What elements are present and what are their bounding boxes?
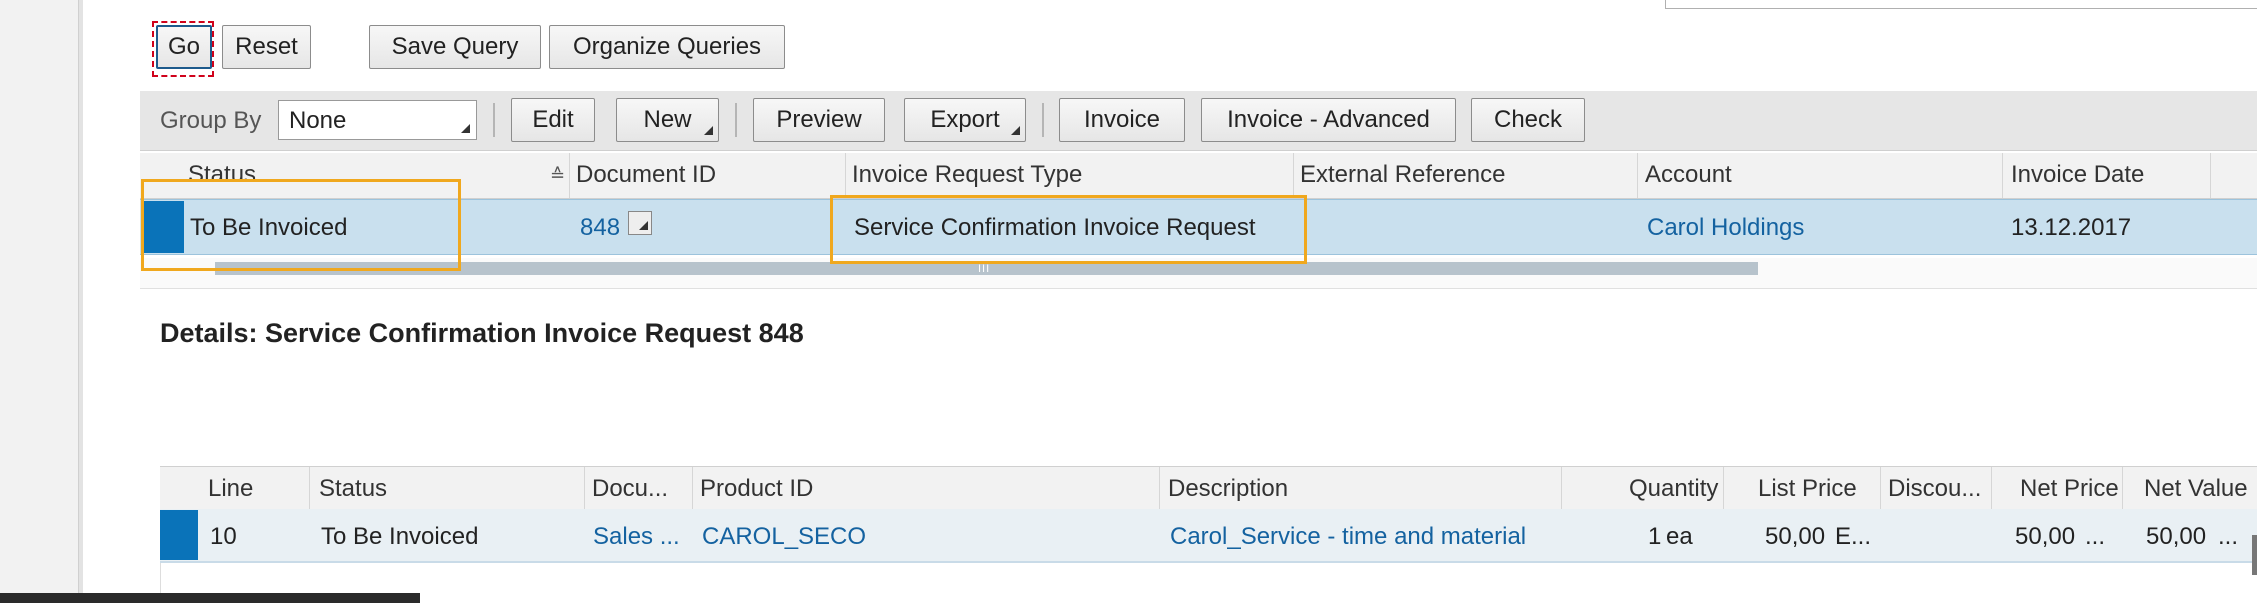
column-separator[interactable] <box>2122 467 2123 512</box>
column-header-net-price[interactable]: Net Price <box>2020 475 2119 503</box>
cell-net-price: 50,00 <box>2015 523 2076 550</box>
export-dropdown-button[interactable]: Export <box>904 98 1026 142</box>
invoice-advanced-button[interactable]: Invoice - Advanced <box>1201 98 1456 142</box>
column-separator[interactable] <box>1637 153 1638 198</box>
left-rail <box>0 0 78 603</box>
details-table-header: Line Status Docu... Product ID Descripti… <box>160 466 2257 512</box>
scroll-grip-icon: III <box>978 263 991 275</box>
cell-product-id-link[interactable]: CAROL_SECO <box>702 523 866 551</box>
vertical-scrollbar[interactable] <box>2252 535 2257 575</box>
cell-net-price-currency: ... <box>2085 523 2106 550</box>
column-header-discount[interactable]: Discou... <box>1888 475 1981 503</box>
column-separator[interactable] <box>1159 467 1160 512</box>
column-separator[interactable] <box>2210 153 2211 198</box>
sort-icon[interactable]: ≙ <box>550 165 565 186</box>
cell-list-price-currency: E... <box>1835 523 1872 550</box>
group-by-select[interactable]: None <box>278 100 477 140</box>
cell-description-link[interactable]: Carol_Service - time and material <box>1170 523 1526 551</box>
search-field-edge[interactable] <box>1665 0 2257 9</box>
preview-button[interactable]: Preview <box>753 98 885 142</box>
column-header-account[interactable]: Account <box>1645 161 1732 189</box>
row-selector[interactable] <box>160 510 198 560</box>
column-separator[interactable] <box>1880 467 1881 512</box>
column-separator[interactable] <box>1293 153 1294 198</box>
check-button[interactable]: Check <box>1471 98 1585 142</box>
column-header-list-price[interactable]: List Price <box>1758 475 1857 503</box>
column-separator[interactable] <box>1723 467 1724 512</box>
group-by-label: Group By <box>160 107 262 134</box>
column-header-external-reference[interactable]: External Reference <box>1300 161 1505 189</box>
organize-queries-button[interactable]: Organize Queries <box>549 25 785 69</box>
column-header-net-value[interactable]: Net Value <box>2144 475 2248 503</box>
left-rail-divider <box>78 0 83 603</box>
new-dropdown-button[interactable]: New <box>616 98 719 142</box>
cell-document-id-link[interactable]: 848 <box>580 214 620 242</box>
column-header-line[interactable]: Line <box>208 475 253 503</box>
cell-status: To Be Invoiced <box>321 523 479 550</box>
cell-list-price: 50,00 <box>1765 523 1826 550</box>
toolbar-separator <box>735 103 737 137</box>
column-header-invoice-date[interactable]: Invoice Date <box>2011 161 2144 189</box>
cell-invoice-date: 13.12.2017 <box>2011 214 2132 241</box>
column-separator[interactable] <box>2002 153 2003 198</box>
toolbar-separator <box>1042 103 1044 137</box>
main-panel: Go Reset Save Query Organize Queries Gro… <box>140 0 2257 603</box>
column-header-invoice-request-type[interactable]: Invoice Request Type <box>852 161 1082 189</box>
column-separator[interactable] <box>1991 467 1992 512</box>
column-separator[interactable] <box>584 467 585 512</box>
cell-net-value: 50,00 <box>2146 523 2207 550</box>
go-button[interactable]: Go <box>156 25 212 69</box>
details-table-body <box>160 563 2257 593</box>
column-separator[interactable] <box>569 153 570 198</box>
invoice-button[interactable]: Invoice <box>1059 98 1185 142</box>
save-query-button[interactable]: Save Query <box>369 25 541 69</box>
group-by-value: None <box>289 107 347 134</box>
column-header-product-id[interactable]: Product ID <box>700 475 813 503</box>
highlight-box-invoice-request-type <box>830 195 1307 264</box>
highlight-box-status <box>141 179 461 271</box>
table-toolbar: Group By None Edit New Preview Export In… <box>140 91 2257 151</box>
edit-button[interactable]: Edit <box>511 98 595 142</box>
cell-net-value-currency: ... <box>2218 523 2239 550</box>
column-separator[interactable] <box>845 153 846 198</box>
cell-document-link[interactable]: Sales ... <box>593 523 680 551</box>
cell-account-link[interactable]: Carol Holdings <box>1647 214 1804 242</box>
column-separator[interactable] <box>309 467 310 512</box>
cell-quantity: 1 <box>1648 523 1662 550</box>
column-header-document-id[interactable]: Document ID <box>576 161 716 189</box>
cell-unit: ea <box>1666 523 1693 550</box>
column-header-quantity[interactable]: Quantity <box>1629 475 1718 503</box>
document-menu-icon[interactable] <box>628 211 652 235</box>
details-title: Details: Service Confirmation Invoice Re… <box>160 318 804 348</box>
column-separator[interactable] <box>692 467 693 512</box>
cell-line: 10 <box>210 523 237 550</box>
reset-button[interactable]: Reset <box>222 25 311 69</box>
table-row[interactable]: 10 To Be Invoiced Sales ... CAROL_SECO C… <box>160 509 2257 563</box>
column-header-description[interactable]: Description <box>1168 475 1288 503</box>
toolbar-separator <box>493 103 495 137</box>
column-header-status[interactable]: Status <box>319 475 387 503</box>
column-separator[interactable] <box>1561 467 1562 512</box>
column-header-document[interactable]: Docu... <box>592 475 668 503</box>
